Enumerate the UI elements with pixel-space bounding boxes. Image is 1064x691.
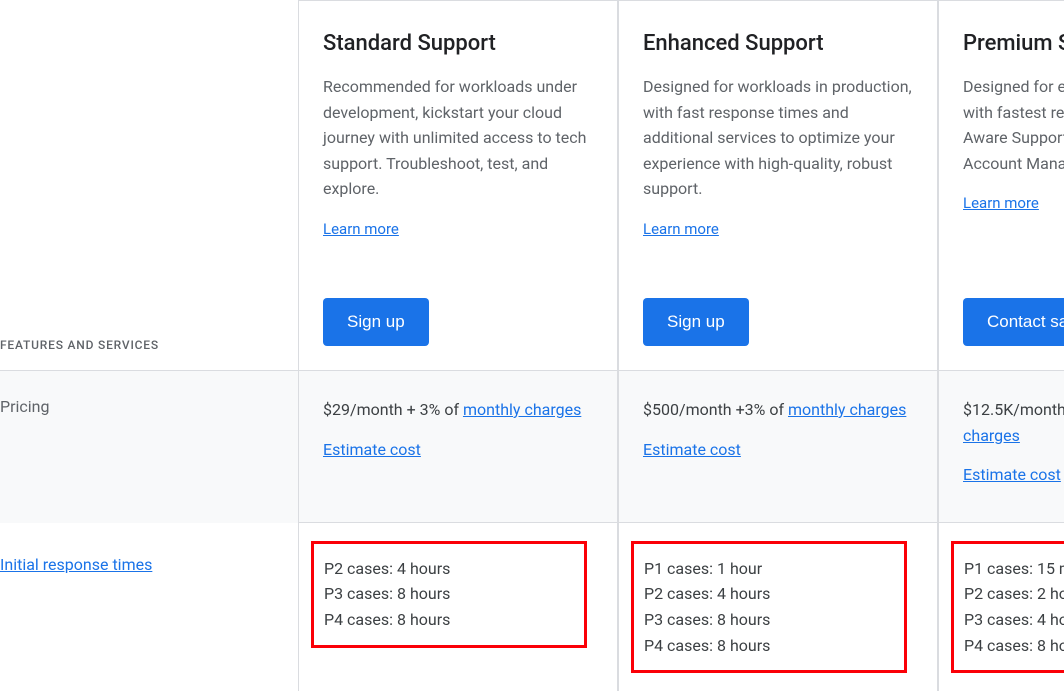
irt-line: P2 cases: 4 hours: [644, 581, 894, 607]
irt-line: P3 cases: 8 hours: [324, 581, 574, 607]
features-label: Features and Services: [0, 338, 159, 352]
learn-more-link[interactable]: Learn more: [323, 220, 593, 238]
highlight-box: P1 cases: 1 hour P2 cases: 4 hours P3 ca…: [631, 541, 907, 673]
estimate-cost-link[interactable]: Estimate cost: [963, 462, 1064, 488]
estimate-cost-link[interactable]: Estimate cost: [643, 437, 913, 463]
irt-line: P2 cases: 4 hours: [324, 556, 574, 582]
contact-sales-button[interactable]: Contact sales: [963, 298, 1064, 346]
irt-line: P1 cases: 15 minutes: [964, 556, 1064, 582]
monthly-charges-link[interactable]: monthly charges: [463, 400, 581, 419]
monthly-charges-link[interactable]: monthly charges: [788, 400, 906, 419]
features-sidebar-header: Features and Services: [0, 0, 298, 371]
price-prefix: $12.5K/month + 4% of: [963, 400, 1064, 419]
irt-line: P3 cases: 4 hours: [964, 607, 1064, 633]
price-prefix: $500/month +3% of: [643, 400, 788, 419]
irt-line: P4 cases: 8 hours: [644, 633, 894, 659]
plan-title: Enhanced Support: [643, 31, 913, 56]
plan-title: Standard Support: [323, 31, 593, 56]
signup-button[interactable]: Sign up: [323, 298, 429, 346]
irt-cell-enhanced: P1 cases: 1 hour P2 cases: 4 hours P3 ca…: [618, 523, 938, 691]
highlight-box: P2 cases: 4 hours P3 cases: 8 hours P4 c…: [311, 541, 587, 648]
row-label-pricing: Pricing: [0, 371, 298, 523]
irt-line: P2 cases: 2 hours: [964, 581, 1064, 607]
plan-title: Premium Support: [963, 31, 1064, 56]
irt-line: P3 cases: 8 hours: [644, 607, 894, 633]
plan-card-standard: Standard Support Recommended for workloa…: [298, 0, 618, 371]
learn-more-link[interactable]: Learn more: [643, 220, 913, 238]
plan-desc: Designed for workloads in production, wi…: [643, 74, 913, 202]
irt-line: P4 cases: 8 hours: [324, 607, 574, 633]
row-label-initial-response: Initial response times: [0, 523, 298, 691]
plan-desc: Recommended for workloads under developm…: [323, 74, 593, 202]
learn-more-link[interactable]: Learn more: [963, 194, 1064, 212]
highlight-box: P1 cases: 15 minutes P2 cases: 2 hours P…: [951, 541, 1064, 673]
plan-card-premium: Premium Support Designed for enterprise …: [938, 0, 1064, 371]
signup-button[interactable]: Sign up: [643, 298, 749, 346]
pricing-cell-standard: $29/month + 3% of monthly charges Estima…: [298, 371, 618, 523]
plan-desc: Designed for enterprise workloads, with …: [963, 74, 1064, 176]
pricing-cell-premium: $12.5K/month + 4% of monthly charges Est…: [938, 371, 1064, 523]
irt-cell-standard: P2 cases: 4 hours P3 cases: 8 hours P4 c…: [298, 523, 618, 691]
pricing-cell-enhanced: $500/month +3% of monthly charges Estima…: [618, 371, 938, 523]
irt-line: P4 cases: 8 hours: [964, 633, 1064, 659]
irt-cell-premium: P1 cases: 15 minutes P2 cases: 2 hours P…: [938, 523, 1064, 691]
plan-card-enhanced: Enhanced Support Designed for workloads …: [618, 0, 938, 371]
estimate-cost-link[interactable]: Estimate cost: [323, 437, 593, 463]
irt-line: P1 cases: 1 hour: [644, 556, 894, 582]
price-prefix: $29/month + 3% of: [323, 400, 463, 419]
initial-response-link[interactable]: Initial response times: [0, 555, 152, 574]
